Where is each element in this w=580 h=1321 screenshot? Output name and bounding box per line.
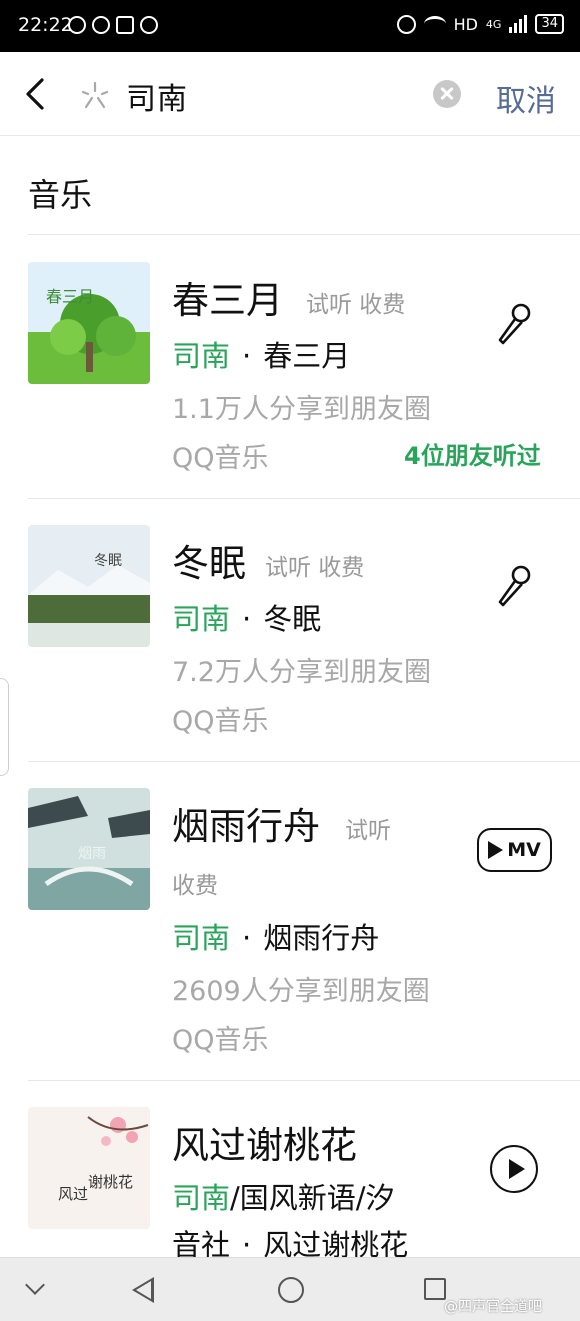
nav-home-icon[interactable] (278, 1277, 304, 1303)
song-title: 冬眠 (172, 542, 246, 585)
album-cover: 冬眠 (28, 525, 150, 647)
song-title: 烟雨行舟 (172, 805, 320, 848)
artist-name[interactable]: 司南 (172, 1181, 230, 1215)
wifi-icon (423, 16, 446, 32)
song-tags: 试听 收费 (265, 555, 365, 581)
album-cover: 谢桃花 风过 (28, 1107, 150, 1229)
source-label: QQ音乐 (172, 1025, 269, 1056)
album-cover: 春三月 (28, 262, 150, 384)
status-bar: 22:22 HD 4G 34 (0, 0, 580, 52)
battery-icon: 34 (535, 14, 564, 34)
alarm-icon (396, 14, 416, 34)
separator-dot: · (242, 339, 252, 373)
song-name: 春三月 (263, 339, 351, 373)
status-right: HD 4G 34 (396, 14, 564, 34)
separator-dot: · (242, 602, 252, 636)
system-nav-bar: @四声官全道吧 (0, 1257, 580, 1321)
notification-icons (68, 16, 158, 34)
mv-label: MV (507, 839, 541, 861)
song-meta: 司南 · 烟雨行舟 (172, 915, 379, 957)
album-cover: 烟雨 (28, 788, 150, 910)
song-title: 风过谢桃花 (172, 1124, 357, 1167)
song-tag-trial: 试听 (345, 818, 391, 844)
svg-text:风过: 风过 (58, 1185, 88, 1203)
artist-name[interactable]: 司南 (172, 602, 230, 636)
song-tag-paid: 收费 (172, 873, 218, 899)
artist-name[interactable]: 司南 (172, 921, 230, 955)
share-count: 2609人分享到朋友圈 (172, 976, 430, 1007)
edge-handle[interactable] (0, 678, 9, 776)
app-notification-icon (140, 16, 158, 34)
source-label: QQ音乐 (172, 706, 269, 737)
song-meta: 司南 · 冬眠 (172, 596, 321, 638)
nav-back-icon[interactable] (132, 1277, 154, 1303)
divider (28, 761, 580, 762)
share-count: 1.1万人分享到朋友圈 (172, 394, 431, 425)
divider (28, 498, 580, 499)
play-button[interactable] (490, 1145, 538, 1193)
search-music-icon (81, 81, 109, 109)
gallery-icon (116, 16, 134, 34)
divider (28, 1080, 580, 1081)
signal-icon (509, 15, 528, 33)
search-header: 司南 取消 (0, 52, 580, 136)
message-icon (68, 16, 86, 34)
song-name: 冬眠 (263, 602, 322, 636)
play-triangle-icon (488, 841, 504, 859)
source-label: QQ音乐 (172, 443, 269, 474)
song-meta: 司南 · 春三月 (172, 333, 350, 375)
mic-icon[interactable] (494, 564, 534, 610)
svg-text:烟雨: 烟雨 (78, 846, 106, 862)
chevron-down-icon[interactable] (25, 1275, 45, 1295)
search-input[interactable]: 司南 (126, 74, 188, 118)
song-title: 春三月 (172, 279, 283, 322)
watermark: @四声官全道吧 (444, 1299, 542, 1315)
chat-icon (92, 16, 110, 34)
divider (28, 234, 580, 235)
artist-others: /国风新语/汐 (230, 1181, 395, 1215)
svg-text:春三月: 春三月 (46, 287, 94, 306)
separator-dot: · (242, 921, 252, 955)
song-name: 烟雨行舟 (263, 921, 380, 955)
friends-listened: 4位朋友听过 (404, 442, 541, 470)
section-title: 音乐 (28, 176, 93, 214)
song-meta: 司南/国风新语/汐 (172, 1175, 395, 1217)
svg-text:谢桃花: 谢桃花 (88, 1173, 133, 1191)
network-label: HD (453, 14, 478, 34)
status-time: 22:22 (18, 14, 73, 36)
cancel-button[interactable]: 取消 (496, 76, 556, 120)
nav-recent-icon[interactable] (424, 1278, 446, 1300)
artist-name[interactable]: 司南 (172, 339, 230, 373)
svg-text:冬眠: 冬眠 (94, 553, 122, 569)
mic-icon[interactable] (494, 302, 534, 348)
back-icon[interactable] (18, 74, 54, 114)
clear-search-button[interactable] (433, 80, 461, 108)
network-gen: 4G (485, 17, 502, 31)
share-count: 7.2万人分享到朋友圈 (172, 657, 431, 688)
song-tags: 试听 收费 (306, 292, 406, 318)
mv-button[interactable]: MV (477, 828, 552, 872)
